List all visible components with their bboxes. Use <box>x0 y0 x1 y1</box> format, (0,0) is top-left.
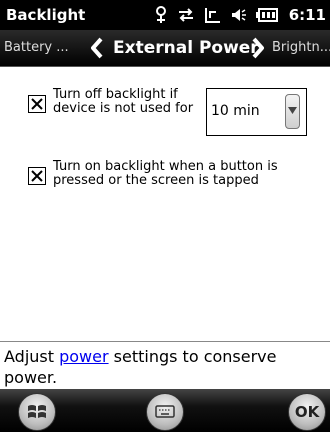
turn-on-backlight-checkbox[interactable] <box>28 167 46 185</box>
power-settings-hint: Adjust power settings to conserve power. <box>4 347 277 387</box>
turn-on-backlight-label: Turn on backlight when a button is press… <box>53 159 278 188</box>
checkmark-x-icon <box>31 170 43 182</box>
turn-off-backlight-checkbox[interactable] <box>28 95 46 113</box>
checkmark-x-icon <box>31 98 43 110</box>
softkey-bar: OK <box>0 389 330 432</box>
windows-logo-icon <box>28 405 46 418</box>
timeout-select-value: 10 min <box>211 103 260 119</box>
status-icons: 6:11 <box>154 5 326 25</box>
nav-prev-tab[interactable]: Battery ... <box>4 40 69 55</box>
clock-time[interactable]: 6:11 <box>289 6 326 24</box>
footer-divider <box>0 341 330 342</box>
nav-next-tab[interactable]: Brightn... <box>272 40 330 55</box>
keyboard-icon <box>155 405 175 418</box>
timeout-dropdown-button[interactable] <box>285 94 300 129</box>
battery-icon[interactable] <box>255 8 278 22</box>
nav-current-tab: External Power <box>113 38 259 58</box>
sync-icon[interactable] <box>177 7 195 23</box>
chevron-down-icon <box>288 107 297 114</box>
ok-button[interactable]: OK <box>288 393 326 431</box>
chevron-right-icon[interactable] <box>251 37 265 63</box>
title-bar: Backlight 6:11 <box>0 0 330 30</box>
power-settings-link[interactable]: power <box>59 347 108 366</box>
timeout-select[interactable]: 10 min <box>206 88 307 136</box>
signal-icon[interactable] <box>204 6 222 24</box>
chevron-left-icon[interactable] <box>90 37 104 63</box>
keyboard-button[interactable] <box>146 393 184 431</box>
start-button[interactable] <box>18 393 56 431</box>
network-icon[interactable] <box>154 6 168 24</box>
turn-off-backlight-label: Turn off backlight if device is not used… <box>53 87 194 116</box>
volume-icon[interactable] <box>231 7 247 23</box>
settings-nav-bar: Battery ... External Power Brightn... <box>0 30 330 67</box>
ok-button-label: OK <box>294 403 320 421</box>
app-title: Backlight <box>6 6 86 24</box>
